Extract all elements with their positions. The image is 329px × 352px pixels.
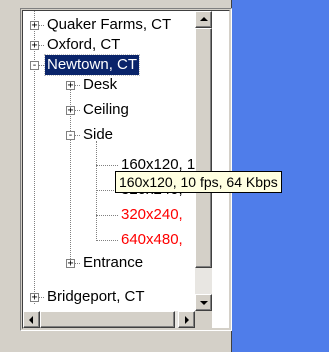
- tree-item-side[interactable]: Side: [81, 125, 115, 145]
- tree-item-label: Quaker Farms, CT: [47, 16, 172, 33]
- collapse-minus-icon[interactable]: -: [30, 61, 39, 71]
- tree-item-label: Bridgeport, CT: [47, 288, 145, 305]
- tree-side-line: [96, 141, 97, 241]
- tree-root-line: [34, 11, 35, 304]
- scroll-down-button[interactable]: [195, 294, 212, 311]
- expand-plus-icon[interactable]: +: [66, 81, 75, 91]
- tree-item-desk[interactable]: Desk: [81, 75, 119, 95]
- tree-item-stream[interactable]: 320x240,: [119, 205, 185, 225]
- expand-plus-icon[interactable]: +: [30, 21, 39, 31]
- scroll-up-button[interactable]: [195, 11, 212, 28]
- scroll-left-arrow-icon: [29, 316, 33, 324]
- expand-plus-icon[interactable]: +: [30, 293, 39, 303]
- vertical-scroll-thumb[interactable]: [195, 28, 212, 268]
- tree-item-label: Newtown, CT: [43, 54, 141, 76]
- tree-item-oxford[interactable]: Oxford, CT: [45, 35, 122, 55]
- tree-item-stream[interactable]: 640x480,: [119, 230, 185, 250]
- tree-item-quaker-farms[interactable]: Quaker Farms, CT: [45, 15, 173, 35]
- tree-item-label: Entrance: [83, 254, 144, 271]
- tree-item-label: 320x240,: [121, 206, 183, 223]
- scroll-right-button[interactable]: [178, 311, 195, 328]
- collapse-minus-icon[interactable]: -: [66, 131, 75, 141]
- tree-hline: [96, 215, 118, 216]
- tree-item-newtown[interactable]: Newtown, CT: [43, 54, 141, 76]
- stream-info-tooltip: 160x120, 10 fps, 64 Kbps: [115, 171, 282, 193]
- location-tree-view[interactable]: + Quaker Farms, CT + Oxford, CT - Newtow…: [20, 8, 232, 331]
- tree-content: + Quaker Farms, CT + Oxford, CT - Newtow…: [23, 11, 195, 311]
- expand-plus-icon[interactable]: +: [30, 41, 39, 51]
- expand-plus-icon[interactable]: +: [66, 259, 75, 269]
- tree-hline: [96, 165, 118, 166]
- tree-view-client: + Quaker Farms, CT + Oxford, CT - Newtow…: [22, 10, 230, 329]
- tree-item-bridgeport[interactable]: Bridgeport, CT: [45, 287, 147, 307]
- scroll-right-arrow-icon: [185, 316, 189, 324]
- tree-item-entrance[interactable]: Entrance: [81, 253, 145, 273]
- scrollbar-corner: [195, 311, 212, 328]
- tree-item-ceiling[interactable]: Ceiling: [81, 100, 131, 120]
- tree-item-label: Side: [83, 126, 114, 143]
- tree-hline: [96, 240, 118, 241]
- scroll-left-button[interactable]: [23, 311, 40, 328]
- tree-item-label: Oxford, CT: [47, 36, 121, 53]
- tree-item-label: Desk: [83, 76, 118, 93]
- scroll-up-arrow-icon: [200, 17, 208, 21]
- horizontal-scroll-thumb[interactable]: [40, 311, 175, 328]
- scroll-down-arrow-icon: [200, 301, 208, 305]
- tree-item-label: 640x480,: [121, 231, 183, 248]
- expand-plus-icon[interactable]: +: [66, 106, 75, 116]
- tree-item-label: Ceiling: [83, 101, 129, 118]
